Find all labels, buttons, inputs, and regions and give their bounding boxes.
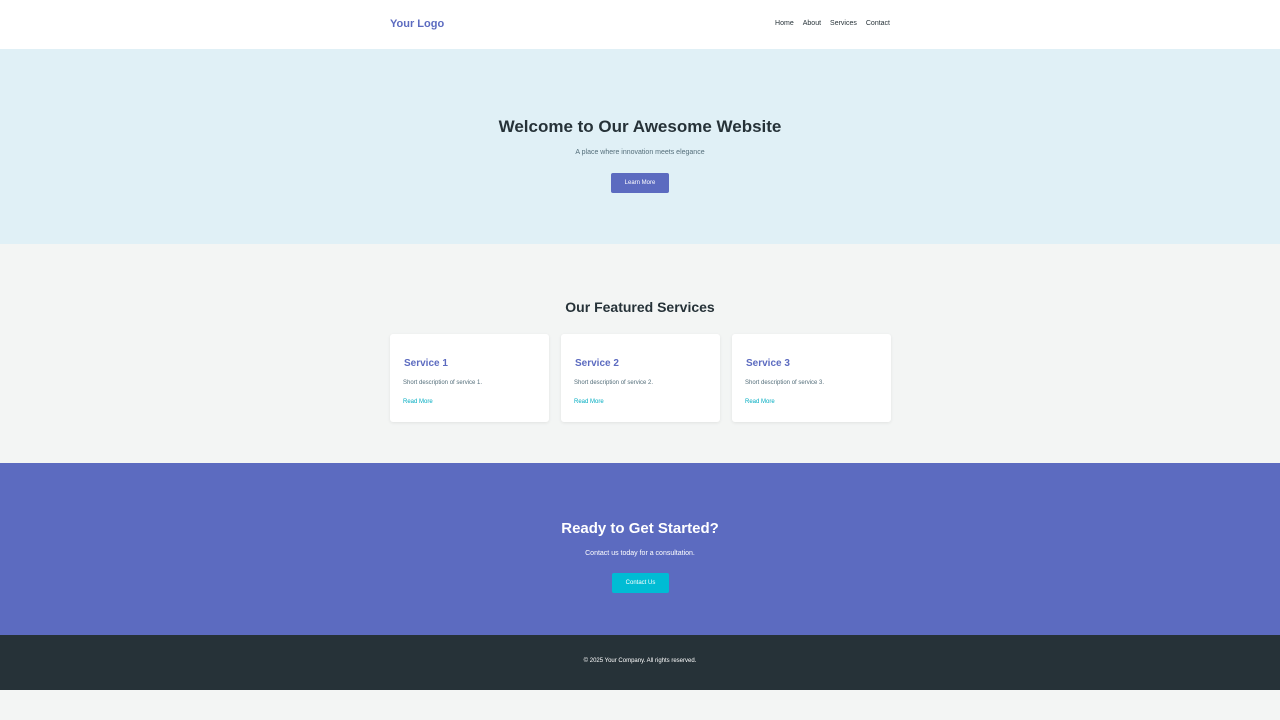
- cta-title: Ready to Get Started?: [561, 520, 719, 537]
- service-card: Service 1 Short description of service 1…: [390, 334, 549, 422]
- nav-item-about[interactable]: About: [803, 20, 821, 27]
- service-card-title: Service 3: [746, 358, 790, 369]
- site-header: Your Logo Home About Services Contact: [0, 0, 1280, 49]
- read-more-link[interactable]: Read More: [745, 399, 775, 405]
- footer-copyright: © 2025 Your Company. All rights reserved…: [583, 658, 697, 664]
- service-card-title: Service 1: [404, 358, 448, 369]
- services-title: Our Featured Services: [565, 299, 715, 315]
- service-card: Service 3 Short description of service 3…: [732, 334, 891, 422]
- service-card-title: Service 2: [575, 358, 619, 369]
- hero-subtitle: A place where innovation meets elegance: [575, 149, 705, 156]
- contact-us-button[interactable]: Contact Us: [612, 573, 669, 593]
- nav-item-home[interactable]: Home: [775, 20, 794, 27]
- cta-subtitle: Contact us today for a consultation.: [585, 550, 695, 557]
- service-card-description: Short description of service 1.: [403, 380, 483, 386]
- service-cards: Service 1 Short description of service 1…: [390, 334, 891, 422]
- services-section: Our Featured Services Service 1 Short de…: [0, 244, 1280, 463]
- service-card-description: Short description of service 2.: [574, 380, 654, 386]
- hero-title: Welcome to Our Awesome Website: [498, 117, 782, 136]
- site-footer: © 2025 Your Company. All rights reserved…: [0, 635, 1280, 690]
- nav-item-services[interactable]: Services: [830, 20, 857, 27]
- learn-more-button[interactable]: Learn More: [611, 173, 669, 193]
- service-card-description: Short description of service 3.: [745, 380, 825, 386]
- service-card: Service 2 Short description of service 2…: [561, 334, 720, 422]
- site-logo[interactable]: Your Logo: [390, 18, 444, 30]
- read-more-link[interactable]: Read More: [574, 399, 604, 405]
- read-more-link[interactable]: Read More: [403, 399, 433, 405]
- hero-section: Welcome to Our Awesome Website A place w…: [0, 49, 1280, 244]
- main-nav: Home About Services Contact: [775, 20, 890, 27]
- cta-section: Ready to Get Started? Contact us today f…: [0, 463, 1280, 635]
- nav-item-contact[interactable]: Contact: [866, 20, 890, 27]
